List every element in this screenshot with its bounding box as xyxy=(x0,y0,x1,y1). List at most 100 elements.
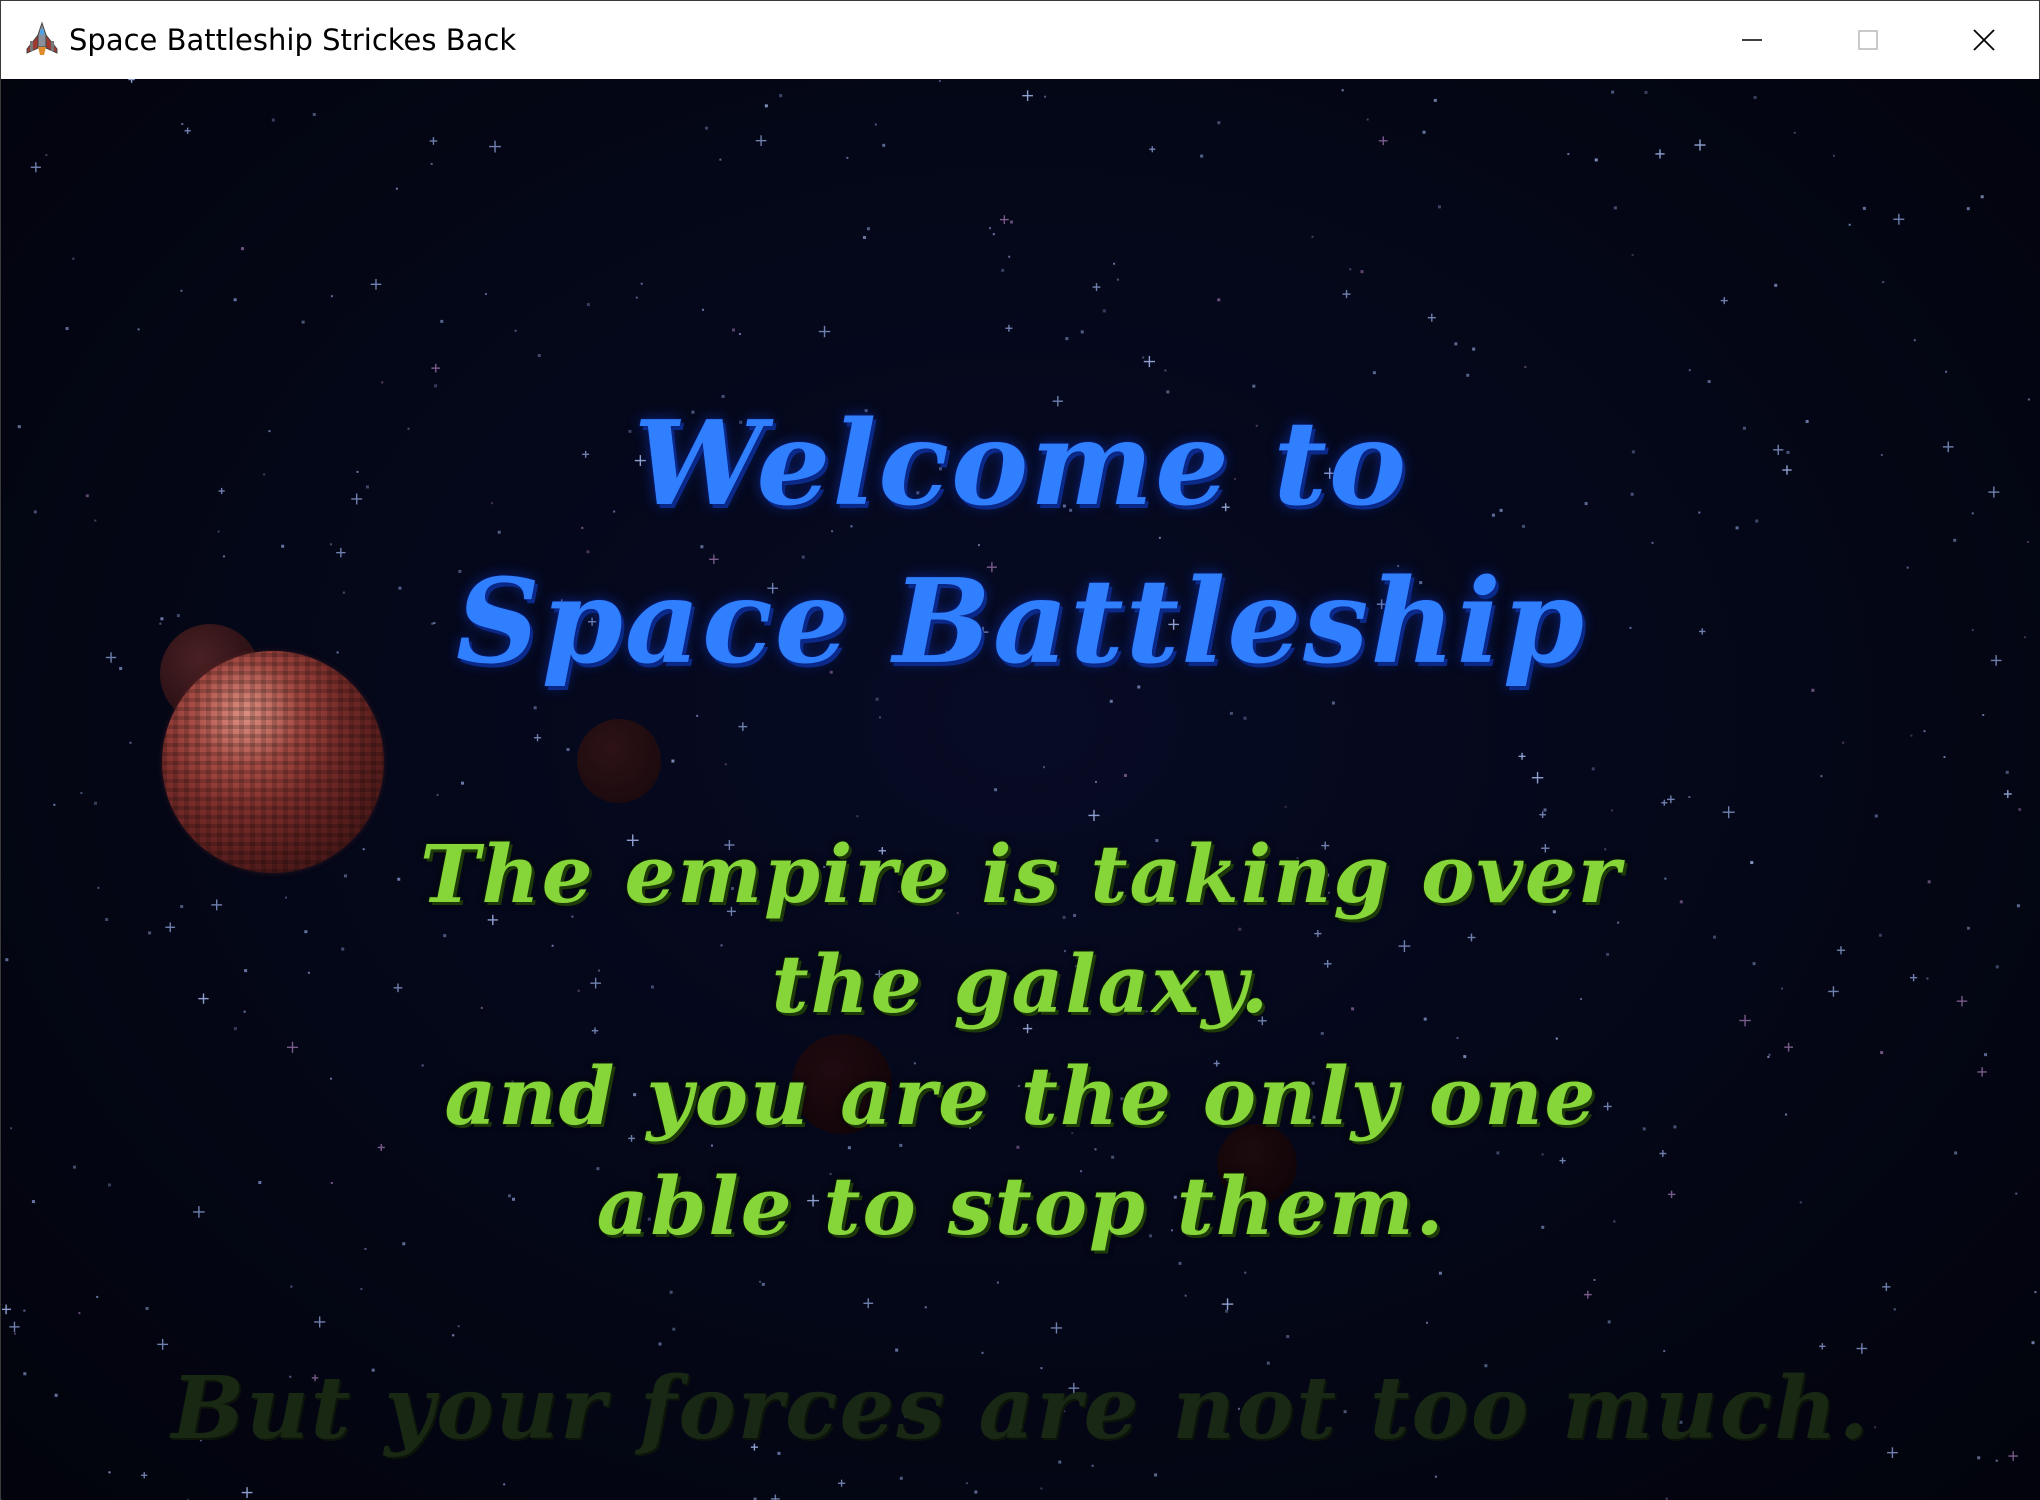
star xyxy=(1433,98,1437,102)
star xyxy=(992,233,995,236)
star xyxy=(759,1280,762,1283)
star xyxy=(1655,149,1665,159)
star xyxy=(635,296,638,299)
star xyxy=(430,162,433,165)
star xyxy=(1819,1343,1826,1350)
star xyxy=(1092,283,1101,292)
star xyxy=(1856,1343,1868,1354)
star xyxy=(1142,356,1145,359)
star xyxy=(1342,290,1351,299)
star xyxy=(1217,298,1221,302)
star xyxy=(1953,538,1957,542)
star xyxy=(241,1487,253,1498)
story-line: able to stop them. xyxy=(596,1159,1446,1253)
star xyxy=(440,319,444,323)
story-line: the galaxy. xyxy=(771,937,1271,1031)
star xyxy=(2005,770,2009,774)
star xyxy=(1434,1475,1437,1478)
star xyxy=(1311,235,1314,238)
star xyxy=(271,118,275,122)
star xyxy=(1466,373,1470,377)
star xyxy=(671,759,675,763)
star xyxy=(702,308,705,311)
star xyxy=(1966,207,1970,211)
small-planet xyxy=(577,719,661,803)
star xyxy=(2031,1341,2035,1345)
star xyxy=(1001,268,1005,272)
star xyxy=(1943,756,1946,759)
star xyxy=(895,1348,899,1352)
star xyxy=(9,1321,20,1332)
star xyxy=(1229,711,1233,715)
star xyxy=(1820,775,1823,778)
star xyxy=(1583,1290,1592,1299)
star xyxy=(2034,1291,2037,1294)
star xyxy=(233,298,237,302)
star xyxy=(514,329,517,332)
star xyxy=(381,381,384,384)
star xyxy=(23,1309,26,1312)
close-icon xyxy=(1973,29,1995,51)
star xyxy=(658,1342,662,1346)
star xyxy=(738,722,748,732)
star xyxy=(566,748,570,752)
maximize-button[interactable] xyxy=(1810,1,1926,79)
star xyxy=(669,1290,673,1294)
star xyxy=(863,1298,874,1309)
star xyxy=(874,123,877,126)
minimize-button[interactable] xyxy=(1694,1,1810,79)
star xyxy=(457,1325,460,1328)
star xyxy=(977,544,980,547)
fading-story-line: But your forces are not too much. xyxy=(171,1358,1871,1459)
game-canvas[interactable]: Welcome to Space Battleship The empire i… xyxy=(2,79,2040,1500)
star xyxy=(1243,716,1247,720)
star xyxy=(1360,270,1364,274)
star xyxy=(128,79,135,83)
star xyxy=(1040,1487,1043,1490)
close-button[interactable] xyxy=(1926,1,2040,79)
title-bar[interactable]: Space Battleship Strickes Back xyxy=(1,1,2039,79)
star xyxy=(696,714,699,717)
star xyxy=(180,289,183,292)
star xyxy=(856,815,859,818)
star xyxy=(13,1332,16,1335)
star xyxy=(45,154,48,157)
star xyxy=(738,332,741,335)
star xyxy=(461,781,465,785)
star xyxy=(1694,139,1706,151)
star xyxy=(988,227,991,230)
star xyxy=(1349,268,1352,271)
star xyxy=(1720,297,1728,305)
star xyxy=(875,697,879,701)
star xyxy=(2018,808,2022,812)
star xyxy=(314,1316,326,1328)
star xyxy=(1438,1271,1442,1275)
star xyxy=(78,1312,81,1315)
star xyxy=(533,734,542,742)
star xyxy=(755,135,767,147)
star xyxy=(838,1479,846,1487)
star xyxy=(1050,1322,1063,1334)
star xyxy=(1116,278,1119,281)
star xyxy=(1065,337,1069,341)
story-line: and you are the only one xyxy=(444,1049,1598,1143)
star xyxy=(1913,339,1916,342)
star xyxy=(999,215,1009,224)
star xyxy=(1331,701,1335,705)
star xyxy=(145,1307,149,1311)
star xyxy=(1200,154,1204,158)
star xyxy=(484,293,487,296)
star xyxy=(1661,799,1668,806)
star xyxy=(1113,262,1116,265)
star xyxy=(882,143,886,147)
star xyxy=(1178,1261,1182,1265)
star xyxy=(1518,752,1526,760)
star xyxy=(1910,734,1913,737)
star xyxy=(184,127,191,134)
window-title: Space Battleship Strickes Back xyxy=(69,23,517,57)
star xyxy=(1102,309,1106,313)
star xyxy=(1123,773,1127,777)
star xyxy=(1982,714,1985,717)
star xyxy=(719,158,722,161)
star xyxy=(1143,355,1155,368)
